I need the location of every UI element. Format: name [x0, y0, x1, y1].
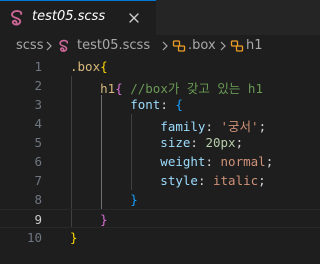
code-token: } — [70, 192, 138, 207]
code-token: family — [70, 119, 206, 134]
code-token: 20px — [205, 135, 236, 150]
code-line[interactable]: 5 size: 20px; — [0, 133, 320, 152]
line-number: 6 — [34, 154, 42, 169]
line-text: size: 20px; — [70, 135, 243, 150]
line-text: } — [70, 230, 78, 245]
sass-icon — [11, 10, 23, 26]
code-line[interactable]: 4 family: '궁서'; — [0, 114, 320, 134]
code-line[interactable]: 3 font: { — [0, 95, 320, 114]
code-token: : — [190, 135, 206, 150]
selector-symbol-icon — [230, 40, 244, 52]
line-number: 2 — [34, 78, 42, 93]
code-line[interactable]: 6 weight: normal; — [0, 152, 320, 171]
code-editor: test05.scss scss test05.scss .box h1 1 .… — [0, 0, 320, 264]
breadcrumb-item-h1[interactable]: h1 — [246, 38, 263, 53]
code-line[interactable]: 1 .box{ — [0, 57, 320, 76]
code-token: ; — [235, 135, 244, 150]
tab-test05-scss[interactable]: test05.scss — [0, 0, 156, 35]
line-text: } — [70, 212, 108, 227]
code-token: //box가 갖고 있는 h1 — [122, 81, 263, 96]
line-number: 8 — [34, 192, 42, 207]
breadcrumb-item-file[interactable]: test05.scss — [77, 38, 150, 53]
code-token: ; — [265, 154, 274, 169]
code-token: : — [205, 119, 221, 134]
line-text: weight: normal; — [70, 154, 273, 169]
code-token: { — [100, 59, 108, 74]
line-text: .box{ — [70, 59, 108, 74]
code-area[interactable]: 1 .box{2 h1{ //box가 갖고 있는 h1 3 font: {4 fa… — [0, 57, 320, 264]
code-line[interactable]: 9 } — [0, 209, 320, 228]
code-token: ; — [258, 173, 266, 188]
code-token: style — [70, 173, 198, 188]
line-number: 9 — [34, 212, 42, 227]
code-token: : — [160, 97, 176, 112]
line-number: 7 — [34, 173, 42, 188]
code-token: normal — [220, 154, 266, 169]
line-text: font: { — [70, 97, 183, 112]
line-number: 3 — [34, 97, 42, 112]
code-line[interactable]: 7 style: italic; — [0, 171, 320, 190]
code-token: weight — [70, 154, 206, 169]
line-number: 5 — [34, 135, 42, 150]
code-token: } — [70, 230, 78, 245]
line-text: } — [70, 192, 138, 207]
breadcrumb-item-box[interactable]: .box — [188, 38, 216, 53]
code-token: .box — [70, 59, 101, 74]
code-line[interactable]: 2 h1{ //box가 갖고 있는 h1 — [0, 76, 320, 96]
tab-label: test05.scss — [32, 9, 106, 24]
line-number: 1 — [34, 59, 42, 74]
code-line[interactable]: 10} — [0, 228, 320, 247]
code-token: '궁서' — [220, 119, 259, 134]
line-text: style: italic; — [70, 173, 266, 188]
sass-icon — [59, 39, 69, 52]
code-token: italic — [213, 173, 259, 188]
code-token: } — [70, 212, 108, 227]
code-line[interactable]: 8 } — [0, 190, 320, 209]
code-token: h1 — [70, 81, 116, 96]
tab-bar: test05.scss — [0, 0, 320, 35]
line-number: 4 — [34, 116, 42, 131]
code-token: { — [115, 81, 123, 96]
chevron-right-icon — [162, 41, 168, 51]
code-token: size — [70, 135, 191, 150]
code-token: font — [70, 97, 161, 112]
chevron-right-icon — [220, 41, 226, 51]
chevron-right-icon — [46, 41, 52, 51]
code-token: ; — [258, 119, 267, 134]
line-number: 10 — [26, 230, 42, 245]
breadcrumb: scss test05.scss .box h1 — [0, 35, 320, 57]
selector-symbol-icon — [172, 40, 186, 52]
code-token: { — [175, 97, 183, 112]
code-token: : — [197, 173, 213, 188]
code-token: : — [205, 154, 221, 169]
breadcrumb-item-scss[interactable]: scss — [16, 38, 43, 53]
close-icon[interactable] — [126, 10, 142, 26]
